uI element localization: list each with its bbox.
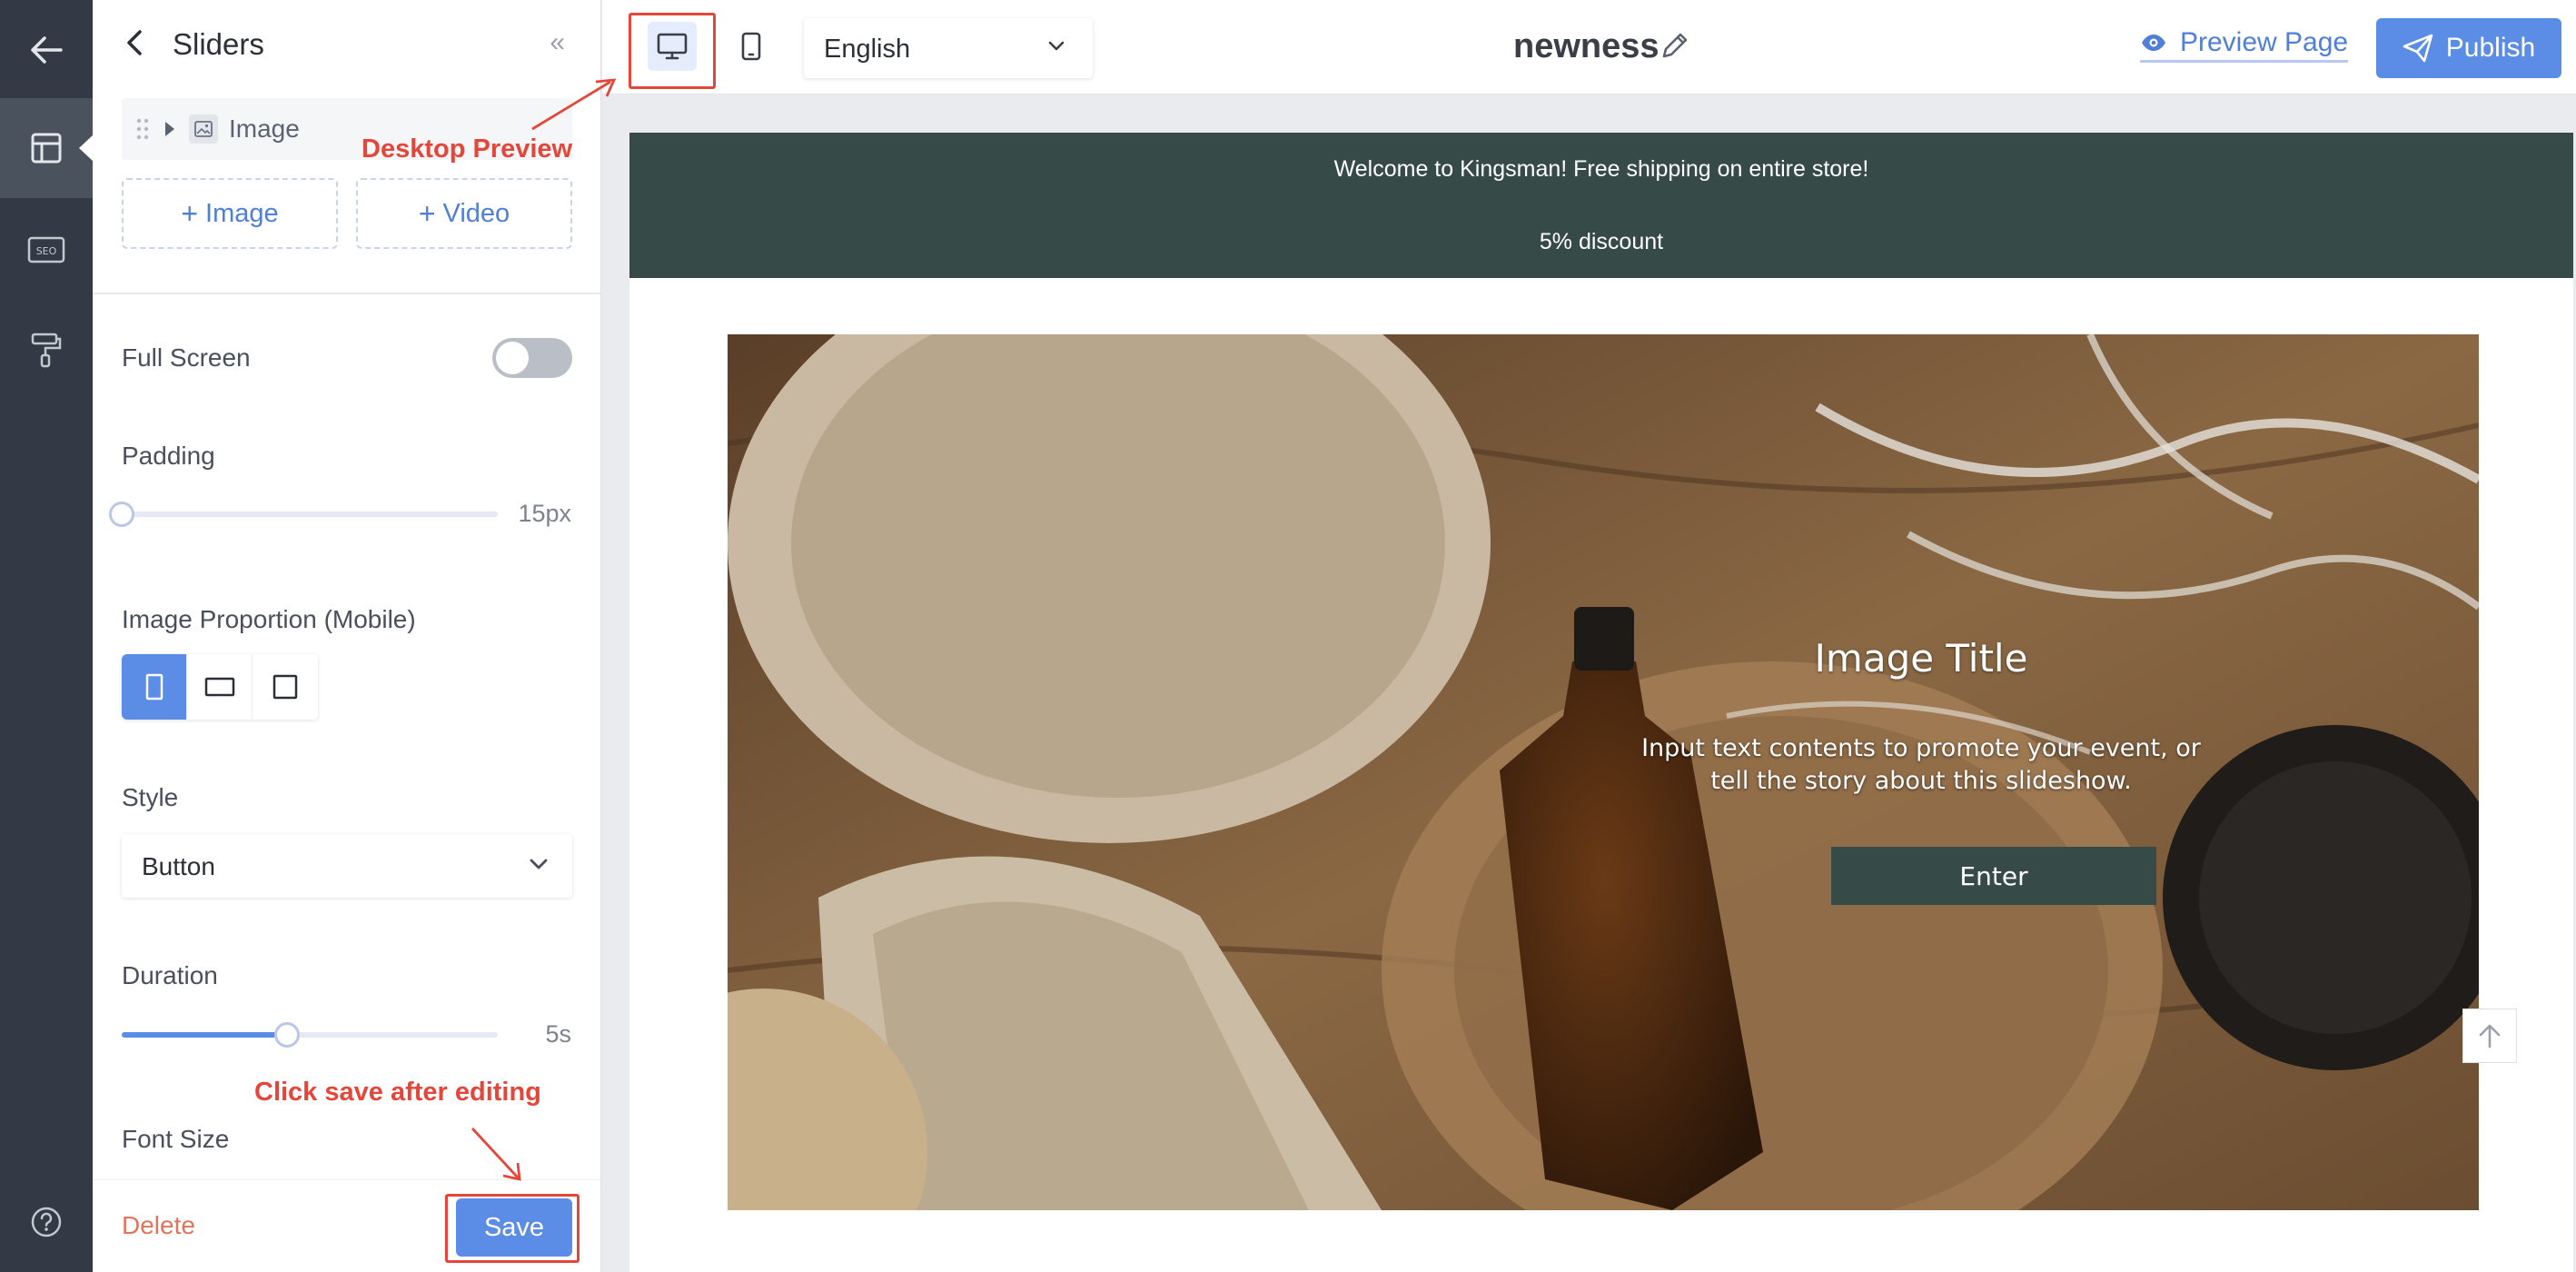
duration-label: Duration [122, 961, 218, 989]
paint-roller-icon [31, 333, 62, 368]
full-screen-label: Full Screen [122, 343, 251, 372]
preview-page-link[interactable]: Preview Page [2140, 27, 2349, 63]
padding-value: 15px [518, 500, 571, 527]
announcement-text-2: 5% discount [1539, 229, 1664, 254]
back-arrow-button[interactable] [0, 0, 93, 100]
padding-label: Padding [122, 442, 215, 470]
rail-theme-button[interactable] [0, 300, 93, 400]
padding-slider[interactable] [109, 502, 498, 527]
proportion-landscape-button[interactable] [187, 654, 253, 720]
chevron-down-icon [530, 859, 548, 870]
square-icon [272, 674, 298, 700]
drag-handle-icon[interactable] [136, 118, 149, 140]
style-label: Style [122, 783, 179, 811]
portrait-rect-icon [145, 673, 163, 701]
desktop-preview-highlight [629, 13, 716, 89]
svg-text:SEO: SEO [36, 245, 57, 257]
duration-value: 5s [545, 1020, 571, 1048]
pencil-icon[interactable] [1659, 29, 1691, 62]
hero-slide[interactable]: Image Title Input text contents to promo… [728, 334, 2479, 1210]
proportion-square-button[interactable] [253, 654, 318, 720]
save-button-highlight [445, 1194, 580, 1263]
editor-topbar: English newness Preview Page Publish [602, 0, 2576, 94]
expand-caret-icon[interactable] [165, 122, 174, 136]
seo-icon: SEO [27, 236, 65, 263]
proportion-portrait-button[interactable] [122, 654, 187, 720]
eye-icon [2142, 35, 2165, 51]
annotation-arrow-icon [471, 1128, 521, 1181]
announcement-bar[interactable]: Welcome to Kingsman! Free shipping on en… [629, 133, 2573, 278]
duration-slider-handle[interactable] [274, 1022, 301, 1048]
hero-title[interactable]: Image Title [1712, 636, 2130, 681]
left-rail: SEO [0, 0, 94, 1272]
hero-enter-button[interactable]: Enter [1831, 847, 2156, 905]
rail-layout-button[interactable] [0, 98, 94, 198]
chevron-down-icon [1048, 41, 1065, 51]
mobile-icon [741, 32, 761, 61]
add-image-button[interactable]: + Image [122, 178, 338, 249]
page-preview-canvas: Welcome to Kingsman! Free shipping on en… [629, 133, 2573, 1272]
panel-header: Sliders « [93, 0, 600, 91]
landscape-rect-icon [204, 677, 234, 697]
panel-divider [93, 293, 600, 294]
duration-slider-fill [122, 1032, 288, 1038]
chevron-left-icon[interactable] [125, 29, 144, 56]
click-save-annotation: Click save after editing [254, 1078, 541, 1107]
language-select[interactable]: English [804, 18, 1093, 78]
slide-item-label: Image [229, 114, 300, 143]
image-icon [189, 114, 218, 144]
add-video-button[interactable]: + Video [356, 178, 572, 249]
announcement-text-1: Welcome to Kingsman! Free shipping on en… [1333, 156, 1869, 182]
plus-icon: + [181, 196, 199, 230]
plus-icon: + [418, 196, 436, 230]
scroll-to-top-button[interactable] [2462, 1009, 2517, 1063]
arrow-up-icon [2479, 1024, 2501, 1048]
toggle-knob [496, 342, 529, 374]
full-screen-toggle[interactable] [492, 338, 572, 378]
style-select[interactable]: Button [122, 834, 572, 898]
help-icon [31, 1207, 62, 1237]
desktop-preview-annotation: Desktop Preview [362, 134, 573, 164]
image-proportion-label: Image Proportion (Mobile) [122, 605, 416, 633]
paper-plane-icon [2403, 34, 2433, 63]
language-value: English [824, 35, 911, 64]
hero-description[interactable]: Input text contents to promote your even… [1621, 732, 2221, 798]
page-name: newness [1513, 27, 1660, 65]
panel-title: Sliders [173, 27, 264, 61]
style-select-value: Button [142, 852, 215, 880]
rail-seo-button[interactable]: SEO [0, 200, 93, 300]
arrow-left-icon [31, 36, 63, 64]
padding-slider-handle[interactable] [109, 502, 134, 527]
collapse-panel-icon[interactable]: « [550, 27, 565, 58]
rail-help-button[interactable] [0, 1172, 93, 1272]
annotation-arrow-icon [531, 78, 617, 131]
mobile-preview-button[interactable] [727, 22, 776, 71]
image-proportion-group [122, 654, 318, 720]
delete-button[interactable]: Delete [122, 1211, 195, 1240]
layout-icon [31, 133, 62, 164]
publish-button[interactable]: Publish [2376, 18, 2561, 78]
font-size-label: Font Size [122, 1125, 230, 1153]
duration-slider[interactable] [122, 1022, 498, 1048]
